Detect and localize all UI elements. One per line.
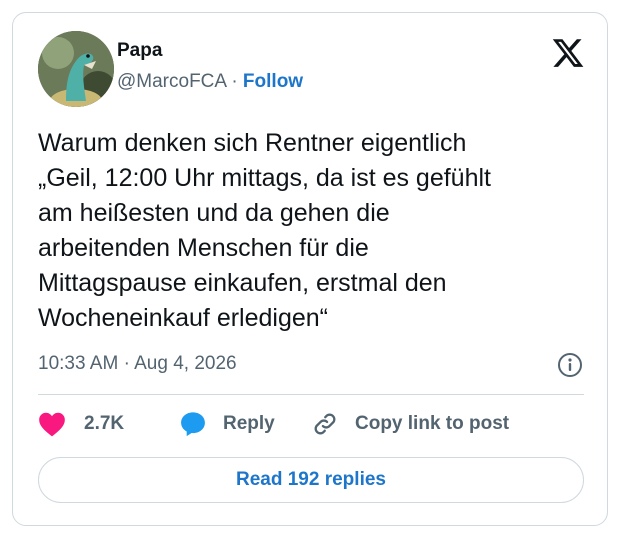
like-count: 2.7K [84,413,125,434]
tweet-card: Papa @MarcoFCA · Follow Warum denken sic… [12,12,608,526]
info-icon[interactable] [557,352,583,378]
tweet-line: Warum denken sich Rentner eigentlich [38,129,467,157]
timestamp-separator: · [123,353,130,374]
tweet-line: am heißesten und da gehen die [38,199,390,227]
copy-link-label: Copy link to post [355,413,510,434]
tweet-date: Aug 4, 2026 [134,353,237,374]
tweet-text: Warum denken sich Rentner eigentlich „Ge… [38,126,590,336]
tweet-line: Wocheneinkauf erledigen“ [38,304,329,332]
tweet-timestamp[interactable]: 10:33 AM · Aug 4, 2026 [38,353,237,375]
link-icon [311,410,339,438]
reply-button[interactable]: Reply [179,406,275,442]
tweet-line: Mittagspause einkaufen, erstmal den [38,269,447,297]
speech-bubble-icon [179,410,207,438]
x-logo-icon[interactable] [551,36,585,70]
tweet-line: arbeitenden Menschen für die [38,234,369,262]
avatar[interactable] [38,31,114,107]
like-button[interactable]: 2.7K [38,406,124,442]
reply-label: Reply [223,413,275,434]
handle-separator: · [231,71,238,92]
read-replies-button[interactable]: Read 192 replies [38,457,584,503]
copy-link-button[interactable]: Copy link to post [311,406,509,442]
tweet-time: 10:33 AM [38,353,119,374]
author-handle-row: @MarcoFCA · Follow [117,71,303,93]
heart-icon [38,411,66,437]
author-handle[interactable]: @MarcoFCA [117,71,226,92]
author-display-name[interactable]: Papa [117,40,162,62]
tweet-line: „Geil, 12:00 Uhr mittags, da ist es gefü… [38,164,491,192]
follow-button[interactable]: Follow [243,71,303,92]
divider [38,394,584,395]
